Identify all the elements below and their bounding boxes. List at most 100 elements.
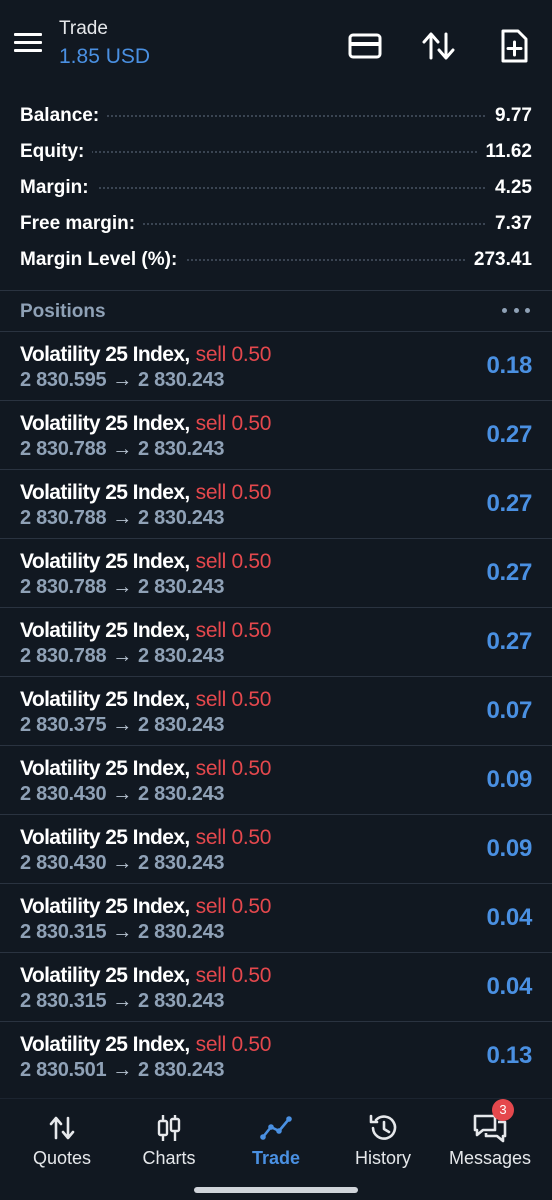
nav-label: Trade	[251, 1148, 301, 1168]
position-symbol: Volatility 25 Index,	[20, 895, 190, 918]
position-symbol: Volatility 25 Index,	[20, 412, 190, 435]
price-arrow: →	[112, 507, 132, 529]
nav-label: Messages	[448, 1148, 532, 1168]
position-profit: 0.27	[486, 628, 532, 655]
position-symbol: Volatility 25 Index,	[20, 826, 190, 849]
sort-arrows-icon[interactable]	[421, 26, 457, 66]
position-symbol: Volatility 25 Index,	[20, 757, 190, 780]
position-profit: 0.18	[486, 352, 532, 379]
chat-bubbles-icon	[435, 1113, 545, 1143]
price-arrow: →	[112, 438, 132, 460]
dotted-leader	[20, 187, 532, 189]
price-arrow: →	[112, 1059, 132, 1081]
card-icon[interactable]	[347, 26, 383, 66]
position-side: sell 0.50	[195, 964, 272, 987]
nav-label: Charts	[142, 1148, 196, 1168]
summary-value: 7.37	[487, 213, 532, 235]
positions-header: Positions	[0, 292, 552, 330]
summary-label: Margin:	[20, 177, 97, 199]
position-symbol: Volatility 25 Index,	[20, 550, 190, 573]
position-row[interactable]: Volatility 25 Index, sell 0.50 2 830.315 →…	[0, 884, 552, 953]
summary-value: 9.77	[487, 105, 532, 127]
position-profit: 0.27	[486, 559, 532, 586]
open-price: 2 830.315	[20, 990, 107, 1012]
open-price: 2 830.788	[20, 576, 107, 598]
summary-value: 4.25	[487, 177, 532, 199]
position-row[interactable]: Volatility 25 Index, sell 0.50 2 830.595 →…	[0, 331, 552, 401]
open-price: 2 830.788	[20, 507, 107, 529]
position-symbol: Volatility 25 Index,	[20, 1033, 190, 1056]
open-price: 2 830.375	[20, 714, 107, 736]
bottom-nav: Quotes Charts Trade History 3 Messages	[0, 1098, 552, 1181]
open-price: 2 830.430	[20, 852, 107, 874]
profit-total: 1.85 USD	[59, 45, 151, 68]
open-price: 2 830.788	[20, 645, 107, 667]
position-profit: 0.04	[486, 973, 532, 1000]
positions-list: Volatility 25 Index, sell 0.50 2 830.595 →…	[0, 331, 552, 1090]
quotes-arrows-icon	[7, 1113, 117, 1143]
summary-value: 11.62	[477, 141, 532, 163]
open-price: 2 830.315	[20, 921, 107, 943]
price-arrow: →	[112, 921, 132, 943]
app-header: Trade 1.85 USD	[0, 0, 552, 92]
current-price: 2 830.243	[137, 852, 225, 874]
price-arrow: →	[112, 990, 132, 1012]
position-row[interactable]: Volatility 25 Index, sell 0.50 2 830.788 →…	[0, 608, 552, 677]
summary-row-balance: Balance: 9.77	[0, 98, 552, 134]
summary-label: Free margin:	[20, 213, 144, 235]
nav-history[interactable]: History	[328, 1099, 438, 1181]
trend-line-icon	[221, 1113, 331, 1143]
open-price: 2 830.501	[20, 1059, 107, 1081]
position-side: sell 0.50	[195, 895, 272, 918]
position-row[interactable]: Volatility 25 Index, sell 0.50 2 830.788 →…	[0, 539, 552, 608]
nav-messages[interactable]: 3 Messages	[435, 1099, 545, 1181]
current-price: 2 830.243	[137, 921, 225, 943]
open-price: 2 830.595	[20, 369, 107, 391]
position-symbol: Volatility 25 Index,	[20, 688, 190, 711]
position-row[interactable]: Volatility 25 Index, sell 0.50 2 830.788 →…	[0, 401, 552, 470]
summary-row-free-margin: Free margin: 7.37	[0, 206, 552, 242]
new-document-icon[interactable]	[496, 26, 532, 66]
summary-label: Margin Level (%):	[20, 249, 186, 271]
open-price: 2 830.430	[20, 783, 107, 805]
position-profit: 0.27	[486, 490, 532, 517]
history-clock-icon	[328, 1113, 438, 1143]
current-price: 2 830.243	[137, 645, 225, 667]
position-side: sell 0.50	[195, 757, 272, 780]
current-price: 2 830.243	[137, 990, 225, 1012]
price-arrow: →	[112, 852, 132, 874]
position-side: sell 0.50	[195, 619, 272, 642]
menu-icon[interactable]	[14, 33, 44, 57]
position-row[interactable]: Volatility 25 Index, sell 0.50 2 830.430 →…	[0, 746, 552, 815]
position-profit: 0.27	[486, 421, 532, 448]
current-price: 2 830.243	[137, 507, 225, 529]
position-row[interactable]: Volatility 25 Index, sell 0.50 2 830.430 →…	[0, 815, 552, 884]
price-arrow: →	[112, 714, 132, 736]
nav-trade[interactable]: Trade	[221, 1099, 331, 1181]
positions-title: Positions	[20, 301, 106, 322]
position-side: sell 0.50	[195, 550, 272, 573]
nav-charts[interactable]: Charts	[114, 1099, 224, 1181]
nav-quotes[interactable]: Quotes	[7, 1099, 117, 1181]
summary-row-margin: Margin: 4.25	[0, 170, 552, 206]
position-row[interactable]: Volatility 25 Index, sell 0.50 2 830.788 →…	[0, 470, 552, 539]
position-profit: 0.04	[486, 904, 532, 931]
home-indicator[interactable]	[194, 1187, 358, 1193]
more-options-icon[interactable]	[502, 300, 530, 320]
current-price: 2 830.243	[137, 783, 225, 805]
current-price: 2 830.243	[137, 714, 225, 736]
open-price: 2 830.788	[20, 438, 107, 460]
current-price: 2 830.243	[137, 438, 225, 460]
dotted-leader	[20, 151, 532, 153]
position-profit: 0.09	[486, 766, 532, 793]
summary-row-equity: Equity: 11.62	[0, 134, 552, 170]
summary-row-margin-level: Margin Level (%): 273.41	[0, 242, 552, 278]
position-symbol: Volatility 25 Index,	[20, 619, 190, 642]
current-price: 2 830.243	[137, 576, 225, 598]
position-row[interactable]: Volatility 25 Index, sell 0.50 2 830.315 →…	[0, 953, 552, 1022]
price-arrow: →	[112, 576, 132, 598]
position-row[interactable]: Volatility 25 Index, sell 0.50 2 830.501 →…	[0, 1022, 552, 1090]
current-price: 2 830.243	[137, 1059, 225, 1081]
price-arrow: →	[112, 369, 132, 391]
position-row[interactable]: Volatility 25 Index, sell 0.50 2 830.375 →…	[0, 677, 552, 746]
